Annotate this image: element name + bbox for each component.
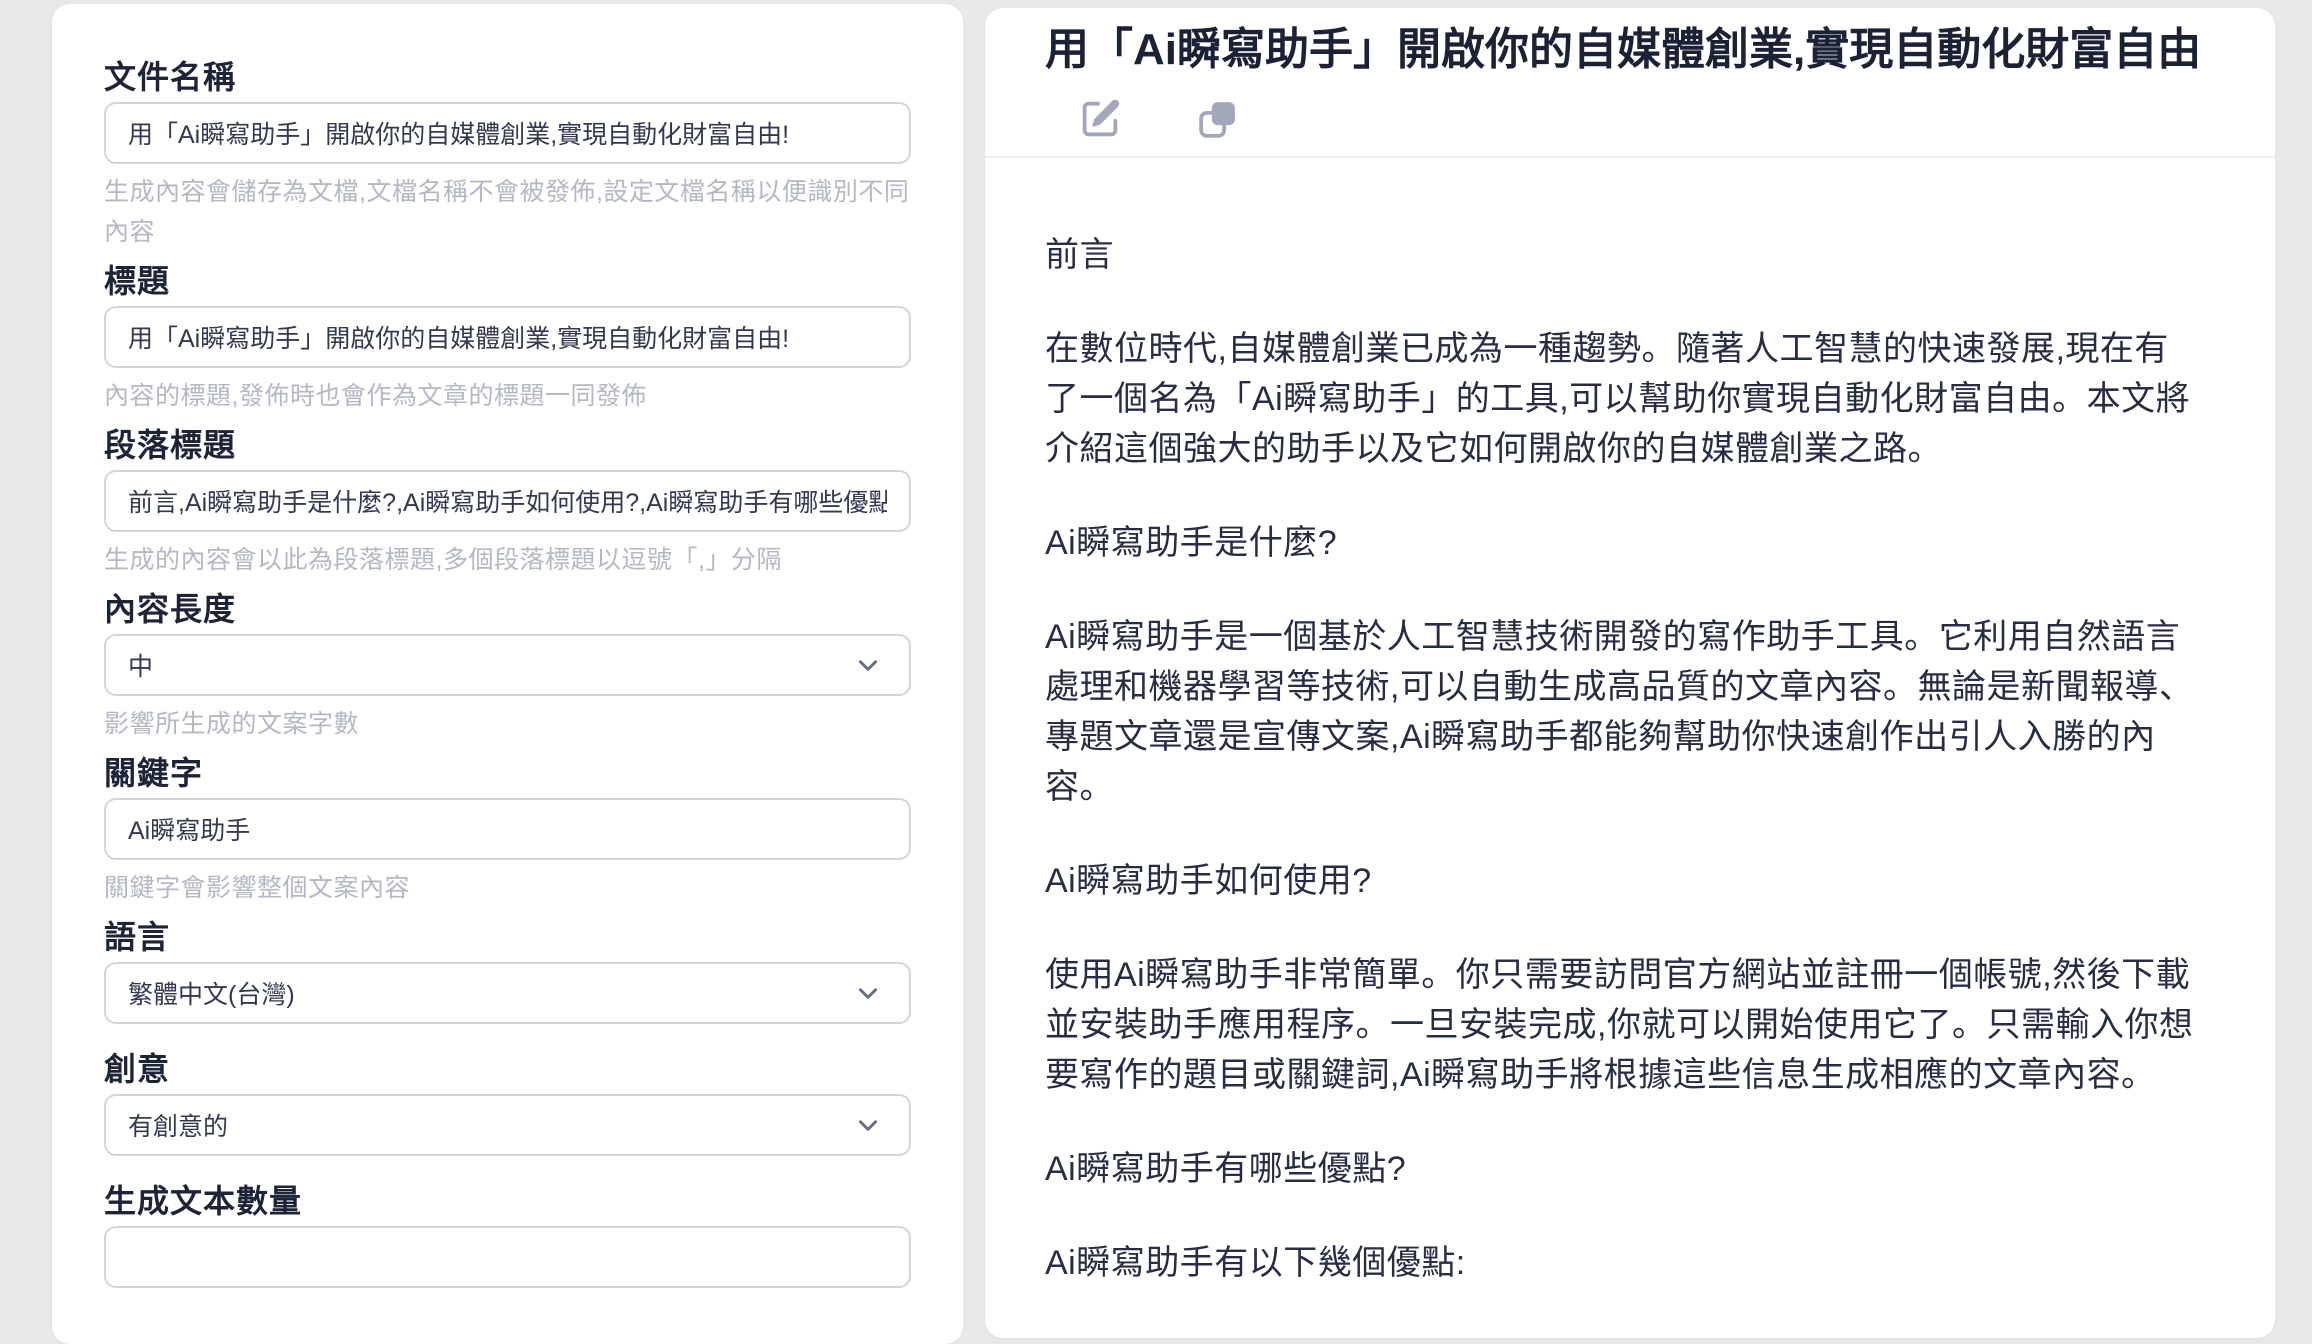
paragraph-titles-input[interactable] [104, 470, 911, 532]
document-name-helper: 生成內容會儲存為文檔,文檔名稱不會被發佈,設定文檔名稱以便識別不同內容 [104, 172, 911, 252]
keywords-input[interactable] [104, 798, 911, 860]
language-select[interactable]: 繁體中文(台灣) [104, 962, 911, 1024]
content-length-label: 內容長度 [104, 592, 911, 626]
article-paragraph: Ai瞬寫助手是一個基於人工智慧技術開發的寫作助手工具。它利用自然語言處理和機器學… [1045, 612, 2195, 812]
keywords-helper: 關鍵字會影響整個文案內容 [104, 868, 911, 908]
article-paragraph: Ai瞬寫助手是什麼? [1045, 518, 2195, 568]
creativity-value: 有創意的 [128, 1107, 228, 1143]
article-paragraph: 前言 [1045, 230, 2195, 280]
creativity-select[interactable]: 有創意的 [104, 1094, 911, 1156]
creativity-label: 創意 [104, 1052, 911, 1086]
article-actions [1045, 96, 2275, 142]
article-paragraph: Ai瞬寫助手如何使用? [1045, 856, 2195, 906]
field-content-length: 內容長度 中 影響所生成的文案字數 [104, 592, 911, 744]
field-text-count: 生成文本數量 [104, 1184, 911, 1288]
text-count-input[interactable] [104, 1226, 911, 1288]
field-document-name: 文件名稱 生成內容會儲存為文檔,文檔名稱不會被發佈,設定文檔名稱以便識別不同內容 [104, 60, 911, 252]
language-value: 繁體中文(台灣) [128, 975, 295, 1011]
generator-form-panel: 文件名稱 生成內容會儲存為文檔,文檔名稱不會被發佈,設定文檔名稱以便識別不同內容… [52, 4, 963, 1344]
chevron-down-icon [853, 650, 883, 680]
chevron-down-icon [853, 978, 883, 1008]
article-paragraph: 在數位時代,自媒體創業已成為一種趨勢。隨著人工智慧的快速發展,現在有了一個名為「… [1045, 324, 2195, 474]
text-count-label: 生成文本數量 [104, 1184, 911, 1218]
content-length-helper: 影響所生成的文案字數 [104, 704, 911, 744]
field-keywords: 關鍵字 關鍵字會影響整個文案內容 [104, 756, 911, 908]
language-label: 語言 [104, 920, 911, 954]
title-label: 標題 [104, 264, 911, 298]
copy-icon[interactable] [1195, 96, 1241, 142]
paragraph-titles-label: 段落標題 [104, 428, 911, 462]
article-paragraph: Ai瞬寫助手有以下幾個優點: [1045, 1238, 2195, 1288]
article-paragraph: 使用Ai瞬寫助手非常簡單。你只需要訪問官方網站並註冊一個帳號,然後下載並安裝助手… [1045, 950, 2195, 1100]
field-title: 標題 內容的標題,發佈時也會作為文章的標題一同發佈 [104, 264, 911, 416]
document-name-input[interactable] [104, 102, 911, 164]
document-name-label: 文件名稱 [104, 60, 911, 94]
paragraph-titles-helper: 生成的內容會以此為段落標題,多個段落標題以逗號「,」分隔 [104, 540, 911, 580]
field-creativity: 創意 有創意的 [104, 1052, 911, 1156]
article-title: 用「Ai瞬寫助手」開啟你的自媒體創業,實現自動化財富自由 [1045, 24, 2275, 76]
article-body: 前言 在數位時代,自媒體創業已成為一種趨勢。隨著人工智慧的快速發展,現在有了一個… [985, 158, 2275, 1338]
keywords-label: 關鍵字 [104, 756, 911, 790]
field-language: 語言 繁體中文(台灣) [104, 920, 911, 1024]
article-preview-panel: 用「Ai瞬寫助手」開啟你的自媒體創業,實現自動化財富自由 前言 在數位時代,自媒… [985, 8, 2275, 1338]
edit-icon[interactable] [1077, 96, 1123, 142]
article-header: 用「Ai瞬寫助手」開啟你的自媒體創業,實現自動化財富自由 [985, 8, 2275, 158]
field-paragraph-titles: 段落標題 生成的內容會以此為段落標題,多個段落標題以逗號「,」分隔 [104, 428, 911, 580]
content-length-value: 中 [128, 647, 153, 683]
chevron-down-icon [853, 1110, 883, 1140]
content-length-select[interactable]: 中 [104, 634, 911, 696]
title-helper: 內容的標題,發佈時也會作為文章的標題一同發佈 [104, 376, 911, 416]
article-paragraph: Ai瞬寫助手有哪些優點? [1045, 1144, 2195, 1194]
title-input[interactable] [104, 306, 911, 368]
